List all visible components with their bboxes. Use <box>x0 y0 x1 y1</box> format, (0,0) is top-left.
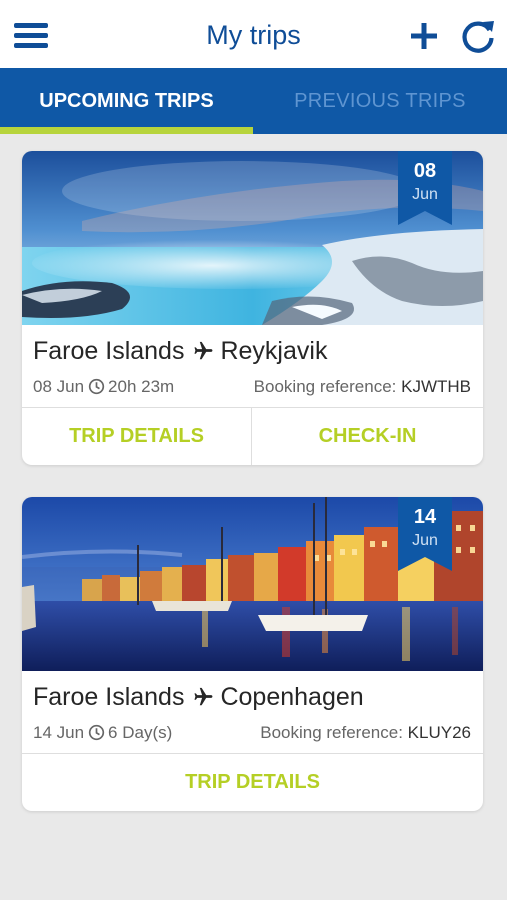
trip-date: 08 Jun <box>33 377 85 396</box>
trip-date: 14 Jun <box>33 723 85 742</box>
booking-label: Booking reference: <box>260 723 403 742</box>
booking-reference: Booking reference: KLUY26 <box>260 723 471 743</box>
plus-icon[interactable] <box>406 18 442 54</box>
refresh-icon[interactable] <box>458 16 498 56</box>
trip-route: Faroe Islands Copenhagen <box>33 683 364 712</box>
destination-city: Copenhagen <box>220 683 364 711</box>
tab-upcoming-trips[interactable]: UPCOMING TRIPS <box>0 68 253 134</box>
trip-duration: 6 Day(s) <box>108 723 173 742</box>
tab-previous-trips[interactable]: PREVIOUS TRIPS <box>253 68 507 134</box>
trip-meta: 08 Jun 20h 23m <box>33 377 174 397</box>
booking-code: KLUY26 <box>407 723 471 742</box>
badge-month: Jun <box>412 186 438 203</box>
destination-city: Reykjavik <box>220 337 328 365</box>
trip-details-button[interactable]: TRIP DETAILS <box>22 408 251 465</box>
badge-month: Jun <box>412 532 438 549</box>
origin-city: Faroe Islands <box>33 337 185 365</box>
trip-card[interactable]: 08 Jun Faroe Islands Reykjavik 08 Jun 20h … <box>22 151 483 465</box>
destination-image: 14 Jun <box>22 497 483 671</box>
trip-tabs: UPCOMING TRIPS PREVIOUS TRIPS <box>0 68 507 134</box>
trip-route: Faroe Islands Reykjavik <box>33 337 327 366</box>
trip-details-button[interactable]: TRIP DETAILS <box>22 754 483 811</box>
trip-card[interactable]: 14 Jun Faroe Islands Copenhagen 14 Jun 6 D… <box>22 497 483 811</box>
destination-image: 08 Jun <box>22 151 483 325</box>
clock-icon <box>88 724 105 741</box>
trip-duration: 20h 23m <box>108 377 175 396</box>
active-tab-indicator <box>0 127 253 134</box>
date-badge: 08 Jun <box>398 151 452 225</box>
top-app-bar: My trips <box>0 0 507 68</box>
airplane-icon <box>194 341 213 360</box>
badge-day: 08 <box>413 160 437 182</box>
check-in-button[interactable]: CHECK-IN <box>252 408 483 465</box>
booking-code: KJWTHB <box>401 377 471 396</box>
badge-day: 14 <box>413 506 437 528</box>
trip-meta: 14 Jun 6 Day(s) <box>33 723 172 743</box>
origin-city: Faroe Islands <box>33 683 185 711</box>
airplane-icon <box>194 687 213 706</box>
clock-icon <box>88 378 105 395</box>
date-badge: 14 Jun <box>398 497 452 571</box>
booking-reference: Booking reference: KJWTHB <box>254 377 471 397</box>
booking-label: Booking reference: <box>253 377 397 396</box>
